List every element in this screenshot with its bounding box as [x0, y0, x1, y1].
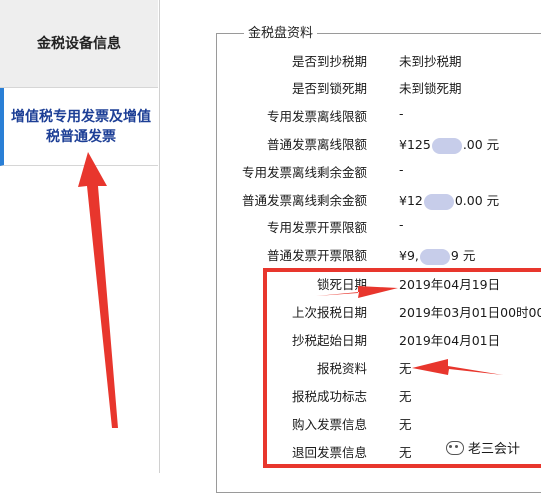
arrow-right-icon — [316, 286, 398, 298]
watermark: 老三会计 — [446, 438, 520, 457]
watermark-text: 老三会计 — [468, 442, 521, 457]
arrow-left-icon — [412, 359, 503, 375]
annotation-overlay — [78, 152, 503, 428]
wechat-icon — [446, 440, 464, 455]
arrow-up-icon — [78, 152, 118, 428]
